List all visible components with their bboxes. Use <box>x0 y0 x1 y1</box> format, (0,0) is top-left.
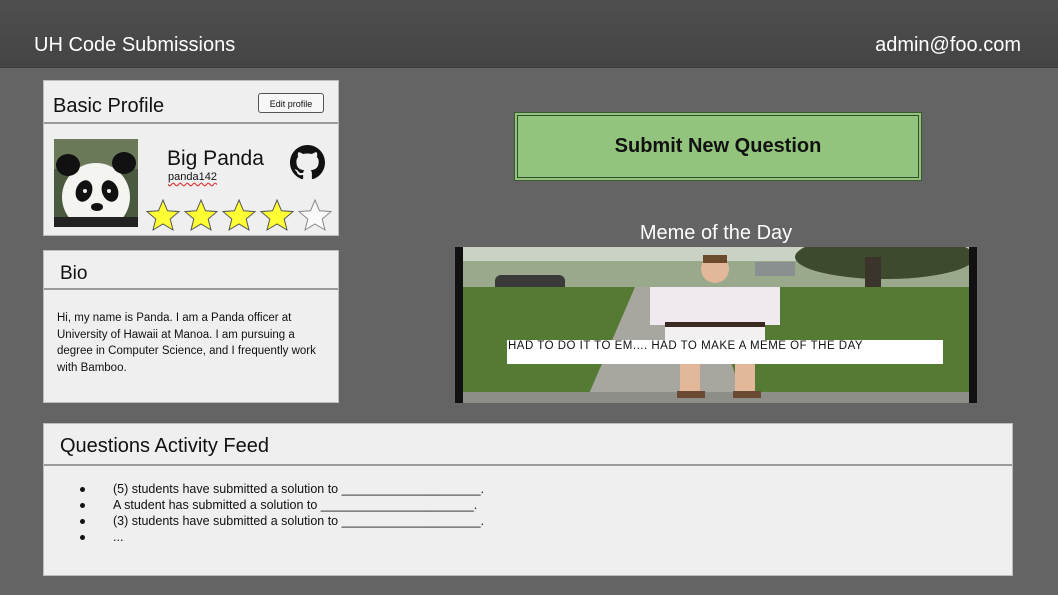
list-item[interactable]: ... <box>80 529 484 545</box>
profile-username: panda142 <box>168 171 217 183</box>
bio-card-header: Bio <box>44 251 338 290</box>
feed-item-text: (3) students have submitted a solution t… <box>113 514 485 528</box>
feed-item-text: (5) students have submitted a solution t… <box>113 482 485 496</box>
app-title[interactable]: UH Code Submissions <box>34 34 235 57</box>
avatar <box>54 139 138 227</box>
bio-text: Hi, my name is Panda. I am a Panda offic… <box>57 312 316 374</box>
profile-display-name: Big Panda <box>167 147 264 170</box>
profile-card-header: Basic Profile Edit profile <box>44 81 338 124</box>
bullet-icon <box>80 503 85 508</box>
edit-profile-button[interactable]: Edit profile <box>258 93 324 113</box>
top-nav-bar: UH Code Submissions admin@foo.com <box>0 0 1058 68</box>
bullet-icon <box>80 535 85 540</box>
feed-card-header: Questions Activity Feed <box>44 424 1012 466</box>
profile-card-title: Basic Profile <box>53 95 165 117</box>
list-item[interactable]: A student has submitted a solution to __… <box>80 497 484 513</box>
basic-profile-card: Basic Profile Edit profile Big Panda pan… <box>43 80 339 236</box>
feed-list: (5) students have submitted a solution t… <box>80 481 484 545</box>
rating-stars <box>144 198 334 232</box>
star-filled-icon <box>182 198 220 232</box>
bio-card: Bio Hi, my name is Panda. I am a Panda o… <box>43 250 339 403</box>
feed-item-text: A student has submitted a solution to __… <box>113 498 478 512</box>
meme-image: HAD TO DO IT TO EM.... HAD TO MAKE A MEM… <box>455 247 977 403</box>
bullet-icon <box>80 487 85 492</box>
bio-card-title: Bio <box>60 263 88 284</box>
bullet-icon <box>80 519 85 524</box>
questions-activity-feed-card: Questions Activity Feed (5) students hav… <box>43 423 1013 576</box>
star-filled-icon <box>220 198 258 232</box>
star-filled-icon <box>144 198 182 232</box>
list-item[interactable]: (3) students have submitted a solution t… <box>80 513 484 529</box>
github-icon[interactable] <box>290 145 325 180</box>
user-email-menu[interactable]: admin@foo.com <box>875 34 1021 57</box>
list-item[interactable]: (5) students have submitted a solution t… <box>80 481 484 497</box>
feed-card-title: Questions Activity Feed <box>60 435 269 457</box>
star-empty-icon <box>296 198 334 232</box>
meme-title: Meme of the Day <box>639 222 793 244</box>
submit-new-question-button[interactable]: Submit New Question <box>514 112 922 181</box>
feed-item-text: ... <box>113 530 124 544</box>
star-filled-icon <box>258 198 296 232</box>
meme-caption: HAD TO DO IT TO EM.... HAD TO MAKE A MEM… <box>507 340 943 364</box>
